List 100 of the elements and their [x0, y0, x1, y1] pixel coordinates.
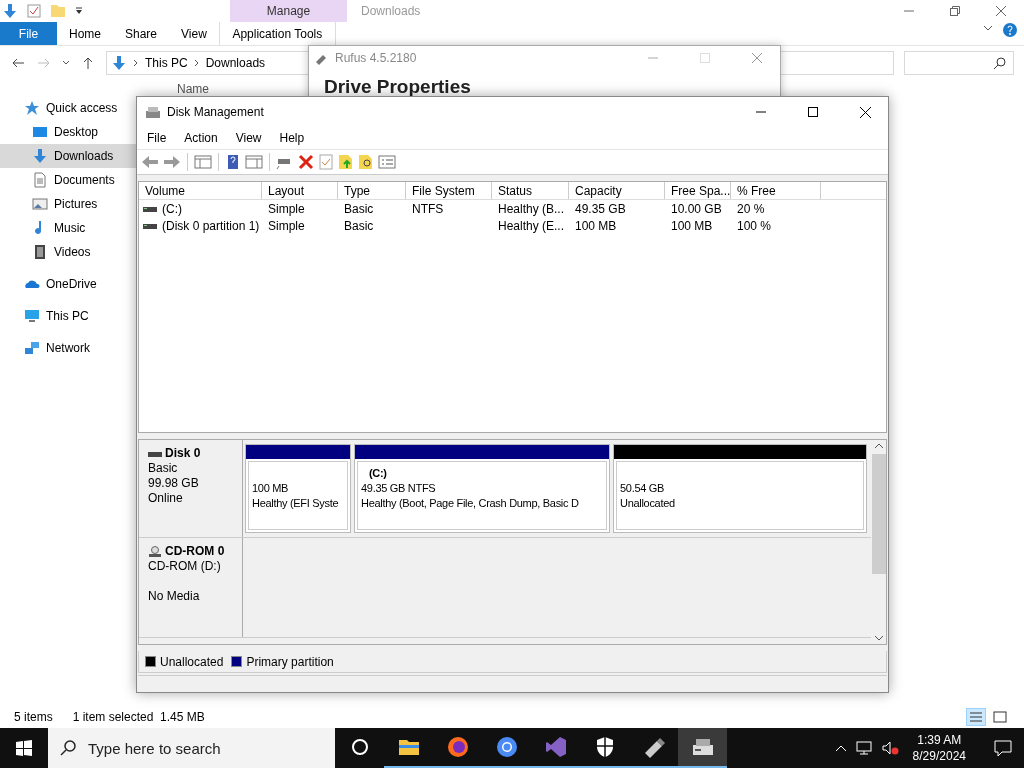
table-cell: Simple [268, 218, 305, 233]
large-icons-view-icon[interactable] [990, 708, 1010, 726]
star-icon[interactable] [24, 100, 40, 116]
visual-studio-icon[interactable] [544, 736, 567, 758]
section-heading: Drive Properties [323, 75, 472, 98]
network-icon[interactable] [854, 740, 873, 756]
search-icon[interactable] [993, 56, 1007, 70]
delete-icon[interactable] [298, 154, 314, 170]
column-header[interactable]: Capacity [569, 182, 665, 199]
nav-pane-item[interactable]: OneDrive [0, 272, 140, 296]
film-icon[interactable] [32, 244, 48, 260]
search-field[interactable] [904, 51, 1014, 75]
menu-item[interactable]: Help [271, 131, 313, 145]
table-cell: Healthy (B... [498, 201, 565, 216]
chevron-up-icon[interactable] [873, 442, 884, 450]
nav-pane-item[interactable]: Desktop [0, 120, 140, 144]
nav-pane-item[interactable]: Music [0, 216, 140, 240]
column-header[interactable]: Volume [139, 182, 262, 199]
help-icon[interactable] [1002, 22, 1018, 38]
properties-icon[interactable] [26, 3, 42, 19]
ribbon-tab[interactable]: File [0, 22, 57, 45]
drive-icon[interactable] [143, 204, 157, 213]
chevron-up-icon[interactable] [834, 743, 847, 753]
column-header[interactable]: Status [492, 182, 569, 199]
folder-icon[interactable] [397, 737, 420, 757]
disk-info-text: CD-ROM (D:) [148, 559, 222, 574]
partition-block[interactable]: (C:) 49.35 GB NTFS Healthy (Boot, Page File, Crash Dump, Basic D [354, 444, 610, 533]
breadcrumb-item[interactable]: Downloads [205, 56, 266, 70]
table-cell: Healthy (E... [498, 218, 565, 233]
dropdown-icon[interactable] [74, 6, 84, 16]
cortana-icon[interactable] [349, 737, 370, 757]
help-icon[interactable] [225, 154, 241, 170]
column-header[interactable]: File System [406, 182, 492, 199]
table-cell: 10.00 GB [671, 201, 722, 216]
shield-icon[interactable] [594, 736, 615, 758]
ribbon-tab[interactable]: View [169, 22, 219, 45]
table-cell: 100 MB [671, 218, 713, 233]
firefox-icon[interactable] [446, 736, 469, 758]
muted-speaker-icon[interactable] [880, 740, 899, 756]
pictures-icon[interactable] [32, 196, 48, 212]
window-title: Rufus 4.5.2180 [335, 51, 417, 65]
download-icon[interactable] [111, 55, 127, 71]
checklist-icon[interactable] [318, 154, 334, 170]
column-header[interactable]: Free Spa... [665, 182, 731, 199]
drive-icon[interactable] [143, 221, 157, 230]
chrome-icon[interactable] [495, 736, 518, 758]
document-icon[interactable] [32, 172, 48, 188]
table-cell: 100 % [737, 218, 772, 233]
details-view-icon[interactable] [966, 708, 986, 726]
search-folder-icon[interactable] [358, 154, 374, 170]
menu-item[interactable]: View [227, 131, 270, 145]
forward-arrow-icon[interactable] [163, 154, 181, 170]
chevron-down-icon[interactable] [873, 634, 884, 642]
taskbar-app[interactable] [678, 728, 727, 768]
menu-item[interactable]: File [139, 131, 175, 145]
console-tree-icon[interactable] [194, 154, 212, 170]
table-cell: Simple [268, 201, 305, 216]
table-cell: (Disk 0 partition 1) [162, 218, 260, 233]
desktop-icon[interactable] [32, 124, 48, 140]
ribbon-tab[interactable]: Home [57, 22, 113, 45]
nav-pane-item[interactable]: Pictures [0, 192, 140, 216]
partition-block[interactable]: 100 MB Healthy (EFI Syste [245, 444, 351, 533]
disk-management-icon[interactable] [690, 736, 715, 758]
windows-logo-icon[interactable] [16, 740, 32, 756]
window-title: Downloads [360, 4, 422, 18]
action-pane-icon[interactable] [245, 154, 263, 170]
column-header[interactable]: Layout [262, 182, 338, 199]
menu-item[interactable]: Action [176, 131, 226, 145]
context-tab-label: Manage [230, 0, 347, 22]
chevron-right-icon[interactable] [193, 59, 200, 67]
restore-icon[interactable] [950, 6, 960, 16]
search-icon[interactable] [60, 740, 76, 756]
drive-icon[interactable] [148, 449, 162, 458]
chevron-right-icon[interactable] [133, 59, 139, 67]
nav-pane-item[interactable]: Videos [0, 240, 140, 264]
monitor-icon[interactable] [24, 308, 40, 324]
legend-label: Primary partition [246, 654, 334, 669]
close-icon[interactable] [859, 106, 871, 118]
nav-pane-item[interactable]: Documents [0, 168, 140, 192]
maximize-icon[interactable] [808, 107, 818, 117]
disk-name: CD-ROM 0 [165, 544, 225, 559]
nav-pane-item[interactable]: Network [0, 336, 140, 360]
partition-block[interactable]: 50.54 GB Unallocated [613, 444, 867, 533]
clock-date: 8/29/2024 [912, 748, 966, 764]
column-header[interactable]: Type [338, 182, 406, 199]
download-icon[interactable] [2, 3, 18, 19]
table-cell: 20 % [737, 201, 765, 216]
download-icon[interactable] [32, 148, 48, 164]
selection-info: 1 item selected 1.45 MB [72, 710, 205, 724]
chevron-down-icon[interactable] [62, 59, 70, 67]
partition-info-text: Unallocated [620, 496, 676, 511]
nav-pane-item[interactable]: Quick access [0, 96, 140, 120]
breadcrumb-item[interactable]: This PC [145, 56, 188, 70]
table-cell: NTFS [412, 201, 444, 216]
column-header: Name [177, 82, 209, 96]
search-field[interactable]: Type here to search [48, 728, 335, 768]
nav-pane-item[interactable]: This PC [0, 304, 140, 328]
ribbon-tab[interactable]: Share [113, 22, 170, 45]
column-header[interactable]: % Free [731, 182, 821, 199]
cd-drive-icon[interactable] [148, 545, 162, 558]
